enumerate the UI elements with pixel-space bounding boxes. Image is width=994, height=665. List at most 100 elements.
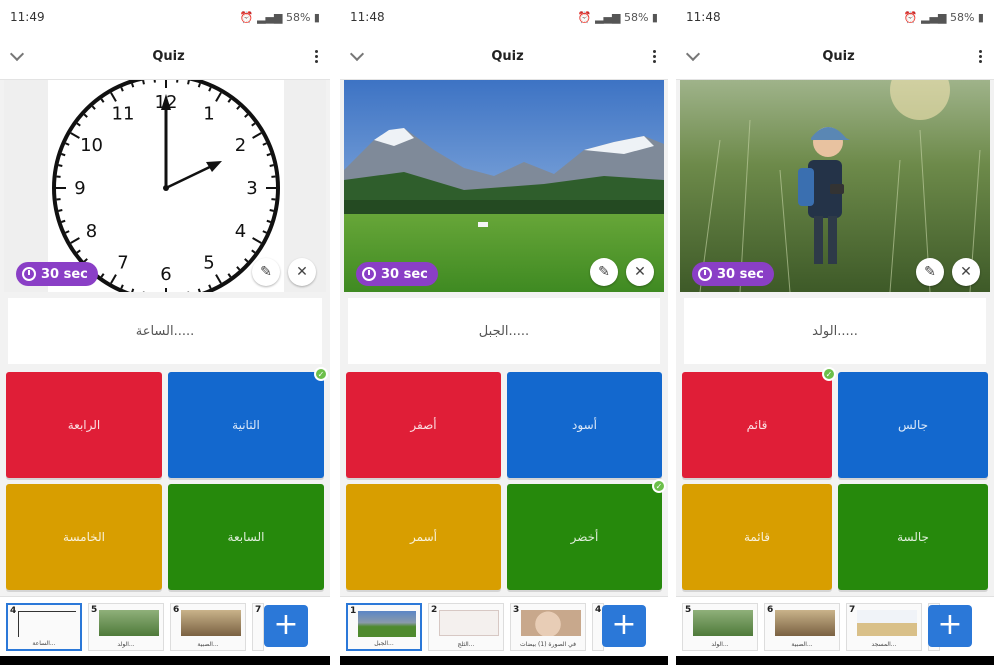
slide-thumbnails: 4 الساعة... 5 الولد... 6 الصبية... 7 + bbox=[0, 596, 330, 656]
answer-text: قائم bbox=[746, 418, 768, 432]
battery-level: 58% bbox=[949, 10, 975, 24]
plus-icon: + bbox=[611, 607, 637, 642]
clock-tick bbox=[197, 83, 201, 88]
collapse-chevron-icon[interactable] bbox=[685, 46, 701, 62]
answer-grid: أصفر أسود أسمر أخضر ✓ bbox=[346, 372, 666, 590]
question-text: الجبل..... bbox=[478, 323, 530, 339]
clock-number: 1 bbox=[203, 104, 214, 125]
more-options-icon[interactable] bbox=[315, 50, 318, 63]
answer-blue[interactable]: الثانية ✓ bbox=[168, 367, 328, 478]
timer-icon bbox=[362, 267, 376, 281]
slide-thumb[interactable]: 1 الجبل... bbox=[346, 602, 422, 651]
remove-image-button[interactable]: ✕ bbox=[952, 258, 980, 286]
answer-green[interactable]: أخضر ✓ bbox=[507, 479, 666, 590]
remove-image-button[interactable]: ✕ bbox=[288, 258, 316, 286]
timer-badge[interactable]: 30 sec bbox=[16, 262, 98, 286]
answer-text: قائمة bbox=[743, 530, 771, 544]
remove-image-button[interactable]: ✕ bbox=[626, 258, 654, 286]
status-time: 11:48 bbox=[350, 10, 385, 24]
slide-thumb[interactable]: 5 الولد... bbox=[682, 602, 758, 651]
status-bar: 11:49 ⏰ ▂▄▆ 58% ▮ bbox=[0, 0, 330, 34]
question-field[interactable]: الساعة..... bbox=[8, 298, 322, 364]
answer-blue[interactable]: أسود bbox=[507, 372, 662, 478]
clock-image: 121234567891011 bbox=[48, 80, 284, 292]
answer-yellow[interactable]: أسمر bbox=[346, 484, 501, 590]
answer-green[interactable]: جالسة bbox=[838, 484, 988, 590]
clock-tick bbox=[61, 219, 66, 223]
edit-image-button[interactable]: ✎ bbox=[916, 258, 944, 286]
slide-thumb[interactable]: 4 الساعة... bbox=[6, 602, 82, 651]
clock-tick bbox=[269, 209, 274, 212]
more-options-icon[interactable] bbox=[653, 50, 656, 63]
system-nav-bar bbox=[676, 656, 994, 665]
question-image: 121234567891011 30 sec ✎ ✕ bbox=[4, 80, 326, 292]
page-title: Quiz bbox=[822, 49, 855, 64]
answer-red[interactable]: قائم ✓ bbox=[682, 367, 836, 478]
question-field[interactable]: الجبل..... bbox=[348, 298, 660, 364]
timer-badge[interactable]: 30 sec bbox=[692, 262, 774, 286]
clock-tick bbox=[131, 288, 135, 292]
collapse-chevron-icon[interactable] bbox=[349, 46, 365, 62]
edit-image-button[interactable]: ✎ bbox=[252, 258, 280, 286]
slide-thumbnails: 1 الجبل... 2 الثلج... 3 في الصورة (1) بيضات… bbox=[340, 596, 668, 656]
signal-icon: ⏰ ▂▄▆ bbox=[577, 10, 624, 24]
more-options-icon[interactable] bbox=[979, 50, 982, 63]
mountain-image bbox=[344, 80, 664, 292]
answer-green[interactable]: السابعة bbox=[168, 484, 324, 590]
signal-icon: ⏰ ▂▄▆ bbox=[903, 10, 950, 24]
status-time: 11:48 bbox=[686, 10, 721, 24]
answer-text: أصفر bbox=[410, 418, 437, 432]
add-slide-button[interactable]: + bbox=[602, 605, 646, 647]
clock-number: 4 bbox=[235, 221, 246, 242]
system-nav-bar bbox=[0, 656, 330, 665]
slide-thumbnails: 5الولد... 6الصبية... 7المسجد... 8 + bbox=[676, 596, 994, 656]
clock-tick bbox=[266, 219, 271, 223]
answer-red[interactable]: الرابعة bbox=[6, 372, 162, 478]
edit-image-button[interactable]: ✎ bbox=[590, 258, 618, 286]
slide-thumb[interactable]: 7 bbox=[252, 602, 264, 651]
signal-icon: ⏰ ▂▄▆ bbox=[239, 10, 286, 24]
page-title: Quiz bbox=[152, 49, 185, 64]
answer-text: الخامسة bbox=[63, 530, 105, 544]
plus-icon: + bbox=[937, 607, 963, 642]
answer-text: أسمر bbox=[410, 530, 437, 544]
timer-badge[interactable]: 30 sec bbox=[356, 262, 438, 286]
answer-text: جالس bbox=[897, 418, 929, 432]
timer-label: 30 sec bbox=[41, 266, 88, 282]
add-slide-button[interactable]: + bbox=[264, 605, 308, 647]
answer-blue[interactable]: جالس bbox=[838, 372, 988, 478]
pencil-icon: ✎ bbox=[598, 264, 610, 280]
answer-text: أسود bbox=[572, 418, 597, 432]
clock-number: 11 bbox=[112, 104, 135, 125]
slide-thumb[interactable]: 3 في الصورة (1) بيضات bbox=[510, 602, 586, 651]
answer-text: جالسة bbox=[897, 530, 929, 544]
clock-tick bbox=[142, 80, 145, 85]
add-slide-button[interactable]: + bbox=[928, 605, 972, 647]
collapse-chevron-icon[interactable] bbox=[9, 46, 25, 62]
answer-text: الثانية bbox=[232, 418, 260, 432]
slide-thumb[interactable]: 6 الصبية... bbox=[764, 602, 840, 651]
question-field[interactable]: الولد..... bbox=[684, 298, 986, 364]
slide-thumb[interactable]: 2 الثلج... bbox=[428, 602, 504, 651]
clock-tick bbox=[61, 153, 66, 157]
correct-check-icon[interactable]: ✓ bbox=[822, 367, 836, 381]
close-icon: ✕ bbox=[634, 264, 646, 280]
app-bar: Quiz bbox=[0, 34, 330, 80]
answer-yellow[interactable]: الخامسة bbox=[6, 484, 162, 590]
quiz-screen-2: 11:48 ⏰ ▂▄▆ 58% ▮ Quiz 30 sec ✎ ✕ الجبل.… bbox=[340, 0, 668, 665]
close-icon: ✕ bbox=[296, 264, 308, 280]
question-text: الولد..... bbox=[812, 323, 858, 339]
system-nav-bar bbox=[340, 656, 668, 665]
answer-yellow[interactable]: قائمة bbox=[682, 484, 832, 590]
slide-thumb[interactable]: 6 الصبية... bbox=[170, 602, 246, 651]
answer-grid: قائم ✓ جالس قائمة جالسة bbox=[682, 367, 988, 590]
slide-thumb[interactable]: 5 الولد... bbox=[88, 602, 164, 651]
correct-check-icon[interactable]: ✓ bbox=[314, 367, 328, 381]
answer-red[interactable]: أصفر bbox=[346, 372, 501, 478]
correct-check-icon[interactable]: ✓ bbox=[652, 479, 666, 493]
pencil-icon: ✎ bbox=[260, 264, 272, 280]
slide-thumb[interactable]: 7 المسجد... bbox=[846, 602, 922, 651]
battery-level: 58% bbox=[285, 10, 311, 24]
clock-tick bbox=[58, 209, 63, 212]
app-bar: Quiz bbox=[676, 34, 994, 80]
